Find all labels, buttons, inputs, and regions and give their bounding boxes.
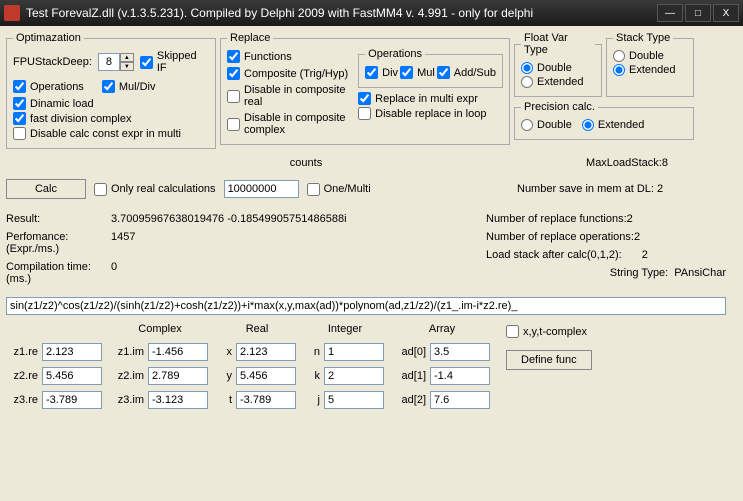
fvt-double-radio[interactable] xyxy=(521,62,533,74)
k-input[interactable] xyxy=(324,367,384,385)
minimize-button[interactable]: — xyxy=(657,4,683,22)
result-value: 3.70095967638019476 -0.18549905751486588… xyxy=(111,213,347,225)
xyt-complex-checkbox[interactable] xyxy=(506,325,519,338)
loadstack-label: Load stack after calc(0,1,2): xyxy=(486,249,622,261)
one-multi-checkbox[interactable] xyxy=(307,183,320,196)
define-func-button[interactable]: Define func xyxy=(506,350,592,370)
numfunc-label: Number of replace functions:2 xyxy=(486,213,726,225)
array-header: Array xyxy=(394,323,490,335)
app-icon xyxy=(4,5,20,21)
replace-group: Replace Functions Composite (Trig/Hyp) D… xyxy=(220,32,510,145)
operations-checkbox[interactable] xyxy=(13,80,26,93)
optimization-group: Optimazation FPUStackDeep: ▲ ▼ Skipped I… xyxy=(6,32,216,149)
dis-real-checkbox[interactable] xyxy=(227,90,240,103)
counts-label: counts xyxy=(266,157,346,169)
dis-complex-checkbox[interactable] xyxy=(227,118,240,131)
comp-value: 0 xyxy=(111,261,117,285)
ops-legend: Operations xyxy=(365,48,425,60)
numops-label: Number of replace operations:2 xyxy=(486,231,726,243)
fpu-label: FPUStackDeep: xyxy=(13,56,92,68)
skipped-if-checkbox[interactable] xyxy=(140,56,153,69)
operations-group: Operations Div Mul Add/Sub xyxy=(358,48,503,88)
numsave-label: Number save in mem at DL: 2 xyxy=(517,183,737,195)
ad1-input[interactable] xyxy=(430,367,490,385)
fpu-stack-input[interactable] xyxy=(98,53,120,71)
composite-checkbox[interactable] xyxy=(227,67,240,80)
close-button[interactable]: X xyxy=(713,4,739,22)
precision-group: Precision calc. Double Extended xyxy=(514,101,694,140)
maximize-button[interactable]: □ xyxy=(685,4,711,22)
y-input[interactable] xyxy=(236,367,296,385)
result-label: Result: xyxy=(6,213,111,225)
expression-input[interactable] xyxy=(6,297,726,315)
n-input[interactable] xyxy=(324,343,384,361)
disable-loop-checkbox[interactable] xyxy=(358,107,371,120)
fpu-spin-up[interactable]: ▲ xyxy=(120,53,134,62)
real-header: Real xyxy=(218,323,296,335)
mul-checkbox[interactable] xyxy=(400,66,413,79)
t-input[interactable] xyxy=(236,391,296,409)
z2im-input[interactable] xyxy=(148,367,208,385)
counts-input[interactable] xyxy=(224,180,299,198)
dinamic-checkbox[interactable] xyxy=(13,97,26,110)
div-checkbox[interactable] xyxy=(365,66,378,79)
fastdiv-checkbox[interactable] xyxy=(13,112,26,125)
z3im-input[interactable] xyxy=(148,391,208,409)
loadstack-value: 2 xyxy=(642,249,648,261)
disable-const-checkbox[interactable] xyxy=(13,127,26,140)
perf-label: Perfomance: (Expr./ms.) xyxy=(6,231,111,255)
functions-checkbox[interactable] xyxy=(227,50,240,63)
integer-header: Integer xyxy=(306,323,384,335)
perf-value: 1457 xyxy=(111,231,135,255)
st-double-radio[interactable] xyxy=(613,50,625,62)
z3re-input[interactable] xyxy=(42,391,102,409)
window-title: Test ForevalZ.dll (v.1.3.5.231). Compile… xyxy=(26,6,655,20)
addsub-checkbox[interactable] xyxy=(437,66,450,79)
comp-label: Compilation time: (ms.) xyxy=(6,261,111,285)
z1re-input[interactable] xyxy=(42,343,102,361)
prec-extended-radio[interactable] xyxy=(582,119,594,131)
titlebar: Test ForevalZ.dll (v.1.3.5.231). Compile… xyxy=(0,0,743,26)
z1im-input[interactable] xyxy=(148,343,208,361)
replace-multi-checkbox[interactable] xyxy=(358,92,371,105)
complex-header: Complex xyxy=(112,323,208,335)
only-real-checkbox[interactable] xyxy=(94,183,107,196)
j-input[interactable] xyxy=(324,391,384,409)
replace-legend: Replace xyxy=(227,32,273,44)
strtype-label: String Type: xyxy=(610,267,669,279)
z2re-input[interactable] xyxy=(42,367,102,385)
prec-double-radio[interactable] xyxy=(521,119,533,131)
muldiv-checkbox[interactable] xyxy=(102,80,115,93)
strtype-value: PAnsiChar xyxy=(674,267,726,279)
ad2-input[interactable] xyxy=(430,391,490,409)
stack-type-group: Stack Type Double Extended xyxy=(606,32,694,97)
st-extended-radio[interactable] xyxy=(613,64,625,76)
maxload-label: MaxLoadStack:8 xyxy=(517,157,737,169)
optimization-legend: Optimazation xyxy=(13,32,84,44)
fvt-extended-radio[interactable] xyxy=(521,76,533,88)
x-input[interactable] xyxy=(236,343,296,361)
ad0-input[interactable] xyxy=(430,343,490,361)
float-var-type-group: Float Var Type Double Extended xyxy=(514,32,602,97)
calc-button[interactable]: Calc xyxy=(6,179,86,199)
fpu-spin-down[interactable]: ▼ xyxy=(120,62,134,71)
